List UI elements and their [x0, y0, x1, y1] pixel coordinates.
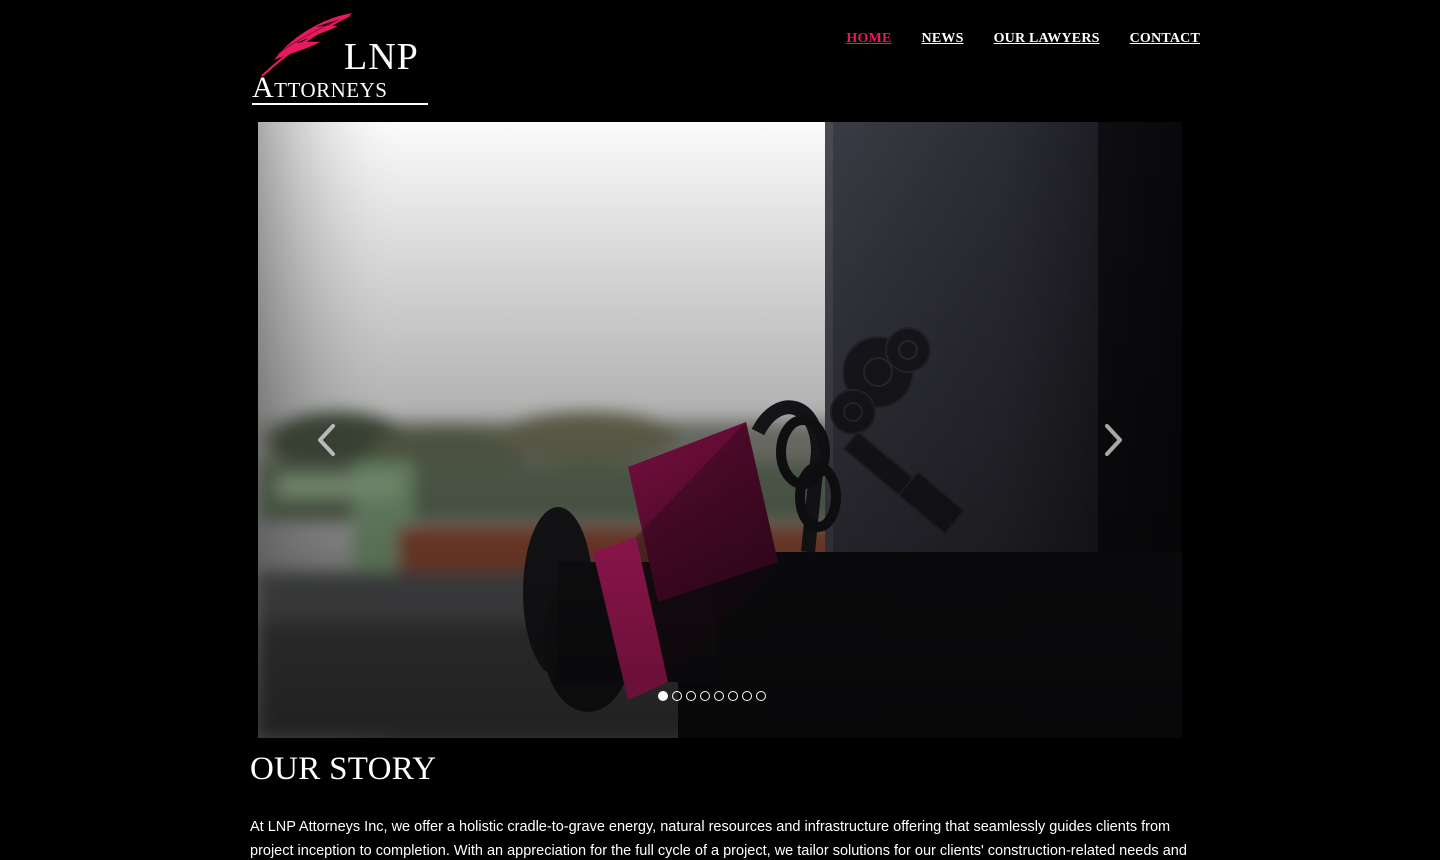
chevron-left-icon [318, 424, 335, 456]
hero-slider [258, 122, 1182, 738]
chevron-right-icon [1105, 424, 1122, 456]
slider-dot[interactable] [742, 691, 752, 701]
section-title: OUR STORY [250, 751, 437, 787]
slider-dot[interactable] [756, 691, 766, 701]
nav-contact-link[interactable]: CONTACT [1130, 31, 1200, 47]
main-nav: HOME NEWS OUR LAWYERS CONTACT [846, 31, 1200, 47]
slider-dot[interactable] [658, 691, 668, 701]
slider-dot[interactable] [686, 691, 696, 701]
slider-prev-button[interactable] [308, 420, 348, 460]
slider-next-button[interactable] [1092, 420, 1132, 460]
slider-dot[interactable] [672, 691, 682, 701]
nav-our-lawyers-link[interactable]: OUR LAWYERS [994, 31, 1100, 47]
story-paragraph: At LNP Attorneys Inc, we offer a holisti… [250, 819, 1187, 859]
slider-dot[interactable] [728, 691, 738, 701]
site-logo[interactable]: LNP Attorneys [250, 10, 435, 108]
nav-news-link[interactable]: NEWS [922, 31, 964, 47]
nav-home-link[interactable]: HOME [846, 31, 891, 47]
slide-image [258, 122, 1182, 738]
slider-dot[interactable] [714, 691, 724, 701]
slider-pagination [658, 691, 766, 701]
slider-dot[interactable] [700, 691, 710, 701]
logo-underline [252, 103, 428, 105]
logo-text-attorneys: Attorneys [252, 71, 388, 104]
